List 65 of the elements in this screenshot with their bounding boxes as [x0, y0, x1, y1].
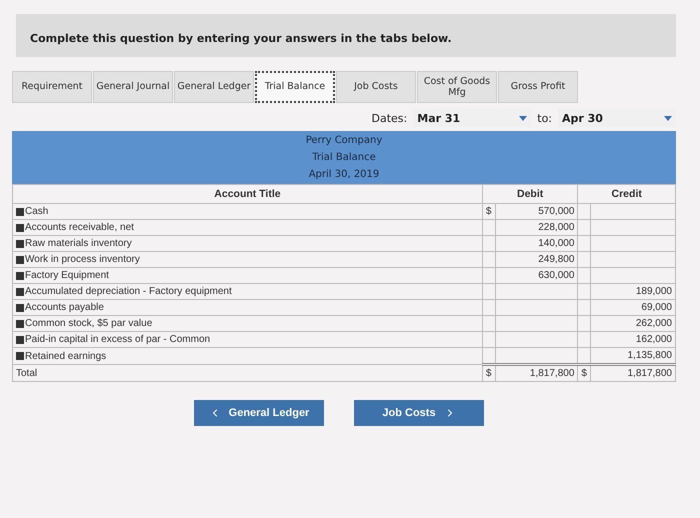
credit-cell[interactable]: 262,000 — [590, 316, 676, 332]
total-label: Total — [16, 368, 38, 378]
column-header: Account Title — [12, 184, 482, 204]
next-button[interactable]: Job Costs — [354, 400, 484, 426]
previous-button[interactable]: General Ledger — [194, 400, 324, 426]
debit-cell[interactable]: 249,800 — [495, 252, 578, 268]
column-header: Credit — [578, 184, 676, 204]
report-header-text: Trial Balance — [312, 152, 376, 163]
to-label: to: — [537, 112, 552, 124]
currency-cell — [578, 220, 591, 236]
credit-cell[interactable] — [590, 236, 676, 252]
credit-cell[interactable]: 162,000 — [590, 332, 676, 348]
account-title: Raw materials inventory — [25, 238, 132, 249]
to-date-select[interactable]: Apr 30 — [558, 109, 676, 127]
caret-icon — [519, 116, 528, 120]
currency-cell — [578, 204, 591, 220]
report-header-text: Perry Company — [306, 135, 382, 146]
account-title: Work in process inventory — [25, 254, 140, 265]
debit-cell[interactable] — [495, 316, 578, 332]
debit-cell[interactable] — [495, 284, 578, 300]
credit-cell[interactable] — [590, 268, 676, 284]
currency-cell: $ — [578, 364, 591, 382]
column-header: Debit — [482, 184, 578, 204]
credit-cell[interactable]: 69,000 — [590, 300, 676, 316]
currency-cell — [578, 284, 591, 300]
debit-cell[interactable]: 140,000 — [495, 236, 578, 252]
from-date-select[interactable]: Mar 31 — [413, 109, 532, 127]
tab[interactable]: General Ledger — [174, 71, 254, 103]
tab[interactable]: Job Costs — [336, 71, 416, 103]
caret-icon — [664, 116, 672, 120]
currency-cell — [578, 268, 591, 284]
credit-cell[interactable] — [590, 252, 676, 268]
tab[interactable]: Cost of Goods Mfg — [417, 71, 497, 103]
credit-cell[interactable]: 1,817,800 — [590, 364, 676, 382]
account-title: Accounts payable — [25, 302, 104, 313]
debit-cell[interactable] — [495, 300, 578, 316]
debit-cell[interactable]: 228,000 — [495, 220, 578, 236]
credit-cell[interactable]: 189,000 — [590, 284, 676, 300]
tab[interactable]: General Journal — [93, 71, 173, 103]
currency-cell — [578, 316, 591, 332]
currency-cell — [578, 236, 591, 252]
account-title: Accumulated depreciation - Factory equipment — [25, 286, 232, 297]
report-header-text: April 30, 2019 — [308, 169, 380, 180]
currency-cell — [578, 332, 591, 348]
dates-label: Dates: — [372, 112, 408, 124]
account-title: Cash — [25, 206, 48, 217]
tab[interactable]: Trial Balance — [255, 71, 335, 103]
account-title: Accounts receivable, net — [25, 222, 134, 233]
account-title: Common stock, $5 par value — [25, 318, 152, 329]
tab[interactable]: Gross Profit — [498, 71, 578, 103]
account-title: Paid-in capital in excess of par - Common — [25, 334, 210, 345]
debit-cell[interactable] — [495, 332, 578, 348]
debit-cell[interactable]: 1,817,800 — [495, 364, 578, 382]
currency-cell: $ — [482, 364, 496, 382]
debit-cell[interactable]: 630,000 — [495, 268, 578, 284]
instruction-text: Complete this question by entering your answers in the tabs below. — [16, 14, 676, 57]
account-title: Retained earnings — [25, 350, 106, 362]
currency-cell: $ — [482, 204, 496, 220]
debit-cell[interactable]: 570,000 — [495, 204, 578, 220]
tab[interactable]: Requirement — [12, 71, 92, 103]
credit-cell[interactable] — [590, 220, 676, 236]
account-title: Factory Equipment — [25, 270, 109, 281]
currency-cell — [578, 300, 591, 316]
currency-cell — [578, 252, 591, 268]
credit-cell[interactable] — [590, 204, 676, 220]
